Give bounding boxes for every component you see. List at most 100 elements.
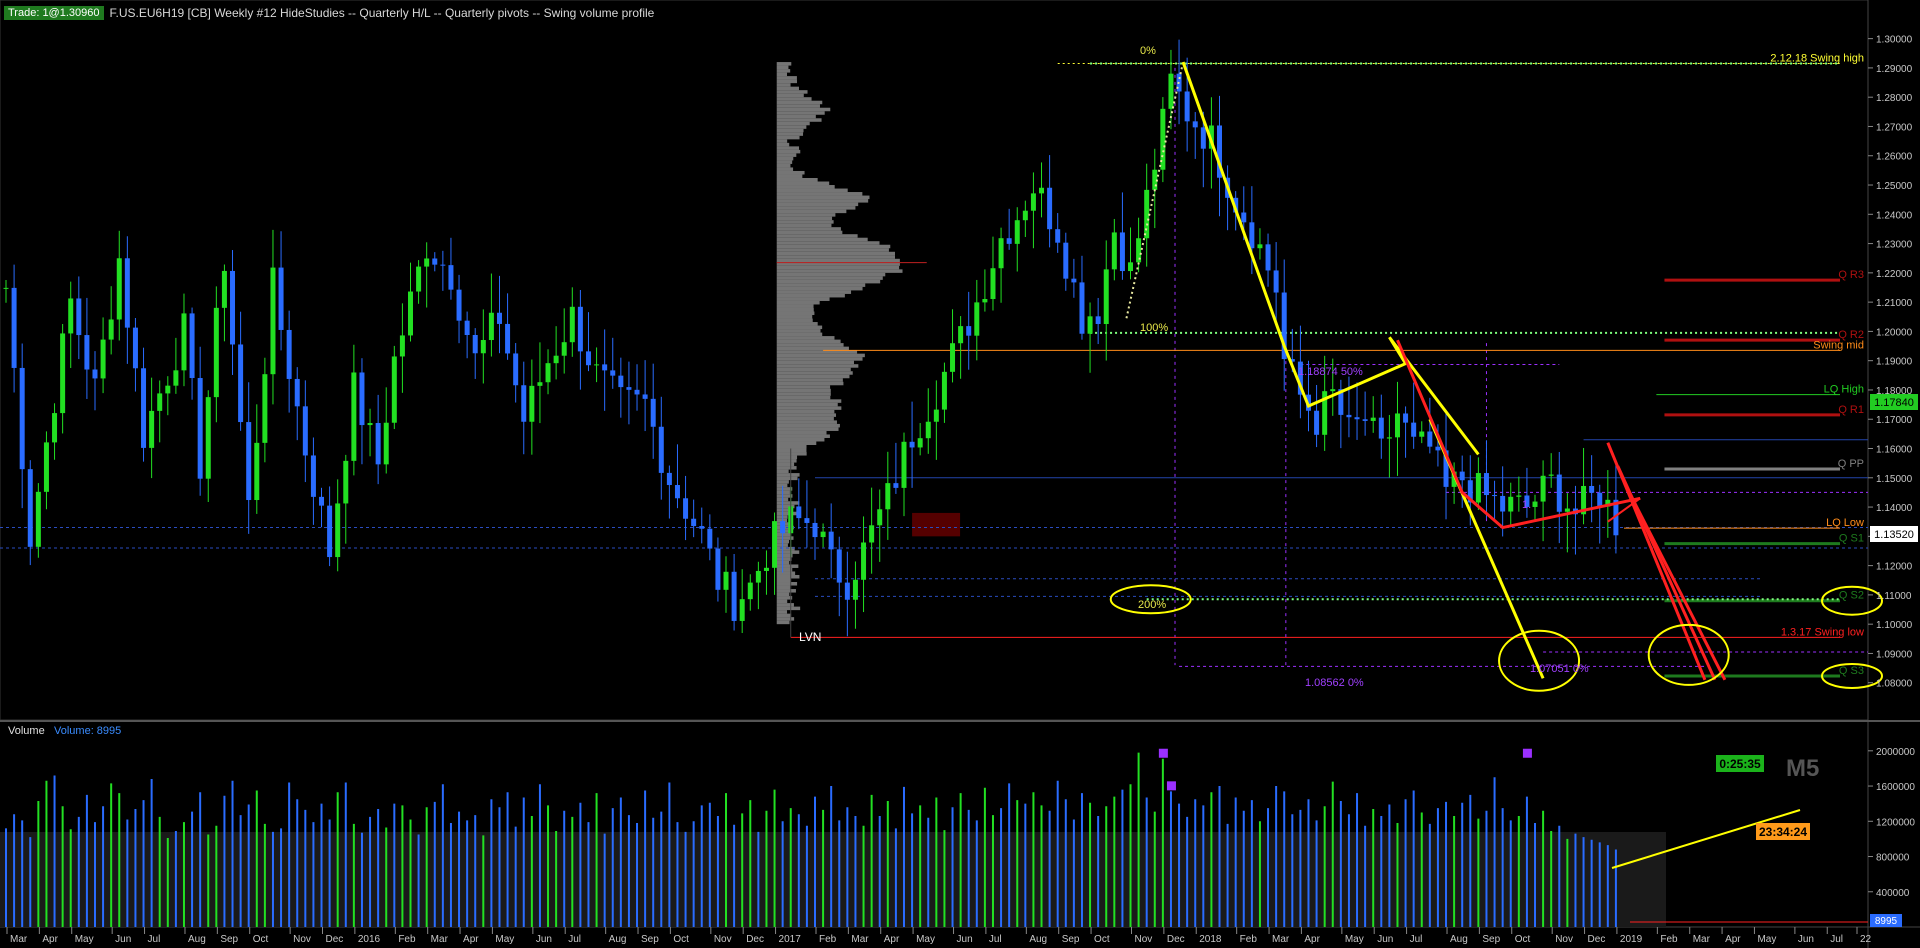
volume-profile-bin <box>776 121 810 126</box>
candle-body <box>1378 417 1384 439</box>
volume-axis[interactable]: 2000000 1600000 1200000 800000 400000 <box>1868 747 1915 899</box>
time-axis-label: Feb <box>1660 934 1678 945</box>
candle-body <box>310 455 316 497</box>
candle-body <box>149 410 155 448</box>
fib-hundred-label: 100% <box>1140 322 1168 334</box>
volume-profile-bin <box>776 114 816 119</box>
price-axis-label: 1.08000 <box>1876 679 1913 690</box>
candle-body <box>181 313 187 371</box>
time-axis-label: Apr <box>463 934 479 945</box>
candle-body <box>1249 222 1255 249</box>
candle-body <box>157 393 163 411</box>
volume-profile-bin <box>776 444 807 449</box>
volume-profile-bin <box>776 553 793 558</box>
volume-profile-bin <box>776 473 800 477</box>
candle-body <box>1200 127 1206 149</box>
volume-profile-bin <box>776 487 793 491</box>
time-axis-label: 2018 <box>1199 934 1222 945</box>
volume-profile-bin <box>776 452 807 456</box>
time-axis-label: Oct <box>673 934 689 945</box>
candle-body <box>513 353 519 386</box>
volume-profile-bin <box>776 339 841 344</box>
candle-body <box>1047 187 1053 230</box>
candle-body <box>11 287 17 368</box>
svg-text:1.17840: 1.17840 <box>1874 397 1914 409</box>
volume-profile-bin <box>776 329 821 333</box>
time-axis-label: Dec <box>746 934 764 945</box>
volume-spike-marker <box>1522 748 1532 758</box>
volume-profile-bin <box>776 230 843 235</box>
candle-body <box>1168 73 1174 109</box>
volume-profile-bin <box>776 86 799 91</box>
volume-spike-marker <box>1158 748 1168 758</box>
candle-body <box>1500 495 1506 512</box>
candle-body <box>1103 269 1109 325</box>
svg-text:1.13520: 1.13520 <box>1874 529 1914 541</box>
candle-body <box>238 344 244 423</box>
candle-body <box>1435 446 1441 451</box>
volume-profile-bin <box>776 392 831 396</box>
candle-body <box>496 312 502 324</box>
price-level-label: Q R1 <box>1838 404 1864 416</box>
red-projection-line <box>1626 488 1727 681</box>
lq-high-price-tag[interactable]: 1.17840 <box>1870 394 1918 410</box>
candle-body <box>642 394 648 399</box>
candle-body <box>1532 501 1538 507</box>
candle-body <box>424 258 430 267</box>
volume-profile-bin <box>776 409 835 414</box>
price-axis-label: 1.09000 <box>1876 649 1913 660</box>
price-axis-label: 1.30000 <box>1876 35 1913 46</box>
volume-profile-bin <box>776 111 825 115</box>
candle-body <box>1030 193 1036 211</box>
candle-body <box>1508 496 1514 512</box>
price-axis-label: 1.23000 <box>1876 240 1913 251</box>
candle-body <box>278 267 284 330</box>
price-axis-label: 1.29000 <box>1876 64 1913 75</box>
candle-body <box>35 491 41 547</box>
candle-body <box>869 525 875 543</box>
candle-body <box>804 518 810 523</box>
candle-body <box>1087 316 1093 334</box>
candle-body <box>1079 282 1085 334</box>
candle-body <box>820 531 826 538</box>
trade-badge[interactable]: Trade: 1@1.30960 <box>4 6 104 20</box>
candle-body <box>1597 492 1603 507</box>
volume-profile-bin <box>776 578 792 583</box>
candle-body <box>658 426 664 473</box>
volume-profile-bin <box>776 343 844 347</box>
price-axis-label: 1.28000 <box>1876 93 1913 104</box>
volume-profile-bin <box>776 83 791 87</box>
candle-body <box>375 423 381 465</box>
last-price-tag[interactable]: 1.13520 <box>1870 526 1918 542</box>
volume-profile-bin <box>776 462 795 467</box>
candle-body <box>132 327 138 369</box>
candle-body <box>1273 270 1279 293</box>
volume-profile-bin <box>776 378 843 382</box>
fib-partial-label: 1. <box>1522 499 1531 511</box>
volume-profile-bin <box>776 367 851 372</box>
candle-body <box>448 265 454 290</box>
volume-profile-bin <box>776 603 794 607</box>
volume-profile-bin <box>776 459 797 463</box>
time-axis[interactable]: Mar Apr May Jun Jul Aug Sep Oct Nov Dec 2016 Feb Mar… <box>6 927 1872 945</box>
volume-profile-bin <box>776 202 859 207</box>
candle-body <box>674 485 680 499</box>
candle-body <box>108 319 114 340</box>
price-level-label: Q S1 <box>1839 533 1864 545</box>
volume-profile-bin <box>776 374 850 379</box>
volume-profile-bin <box>776 234 858 238</box>
price-axis-label: 1.25000 <box>1876 181 1913 192</box>
candle-body <box>1128 262 1134 272</box>
candle-body <box>1330 389 1336 392</box>
candle-body <box>302 406 308 456</box>
volume-profile-bin <box>776 567 793 572</box>
candle-body <box>456 289 462 321</box>
volume-profile-bin <box>776 353 865 358</box>
volume-profile-bin <box>776 325 823 330</box>
candle-body <box>796 506 802 519</box>
volume-current-tag[interactable]: 8995 <box>1870 914 1902 927</box>
volume-profile-bin <box>776 258 900 263</box>
volume-profile-bin <box>776 132 804 136</box>
chart-canvas[interactable]: 2.12.18 Swing highQ R3Q R2Swing midLQ Hi… <box>0 0 1920 948</box>
volume-profile-bin <box>776 300 820 305</box>
